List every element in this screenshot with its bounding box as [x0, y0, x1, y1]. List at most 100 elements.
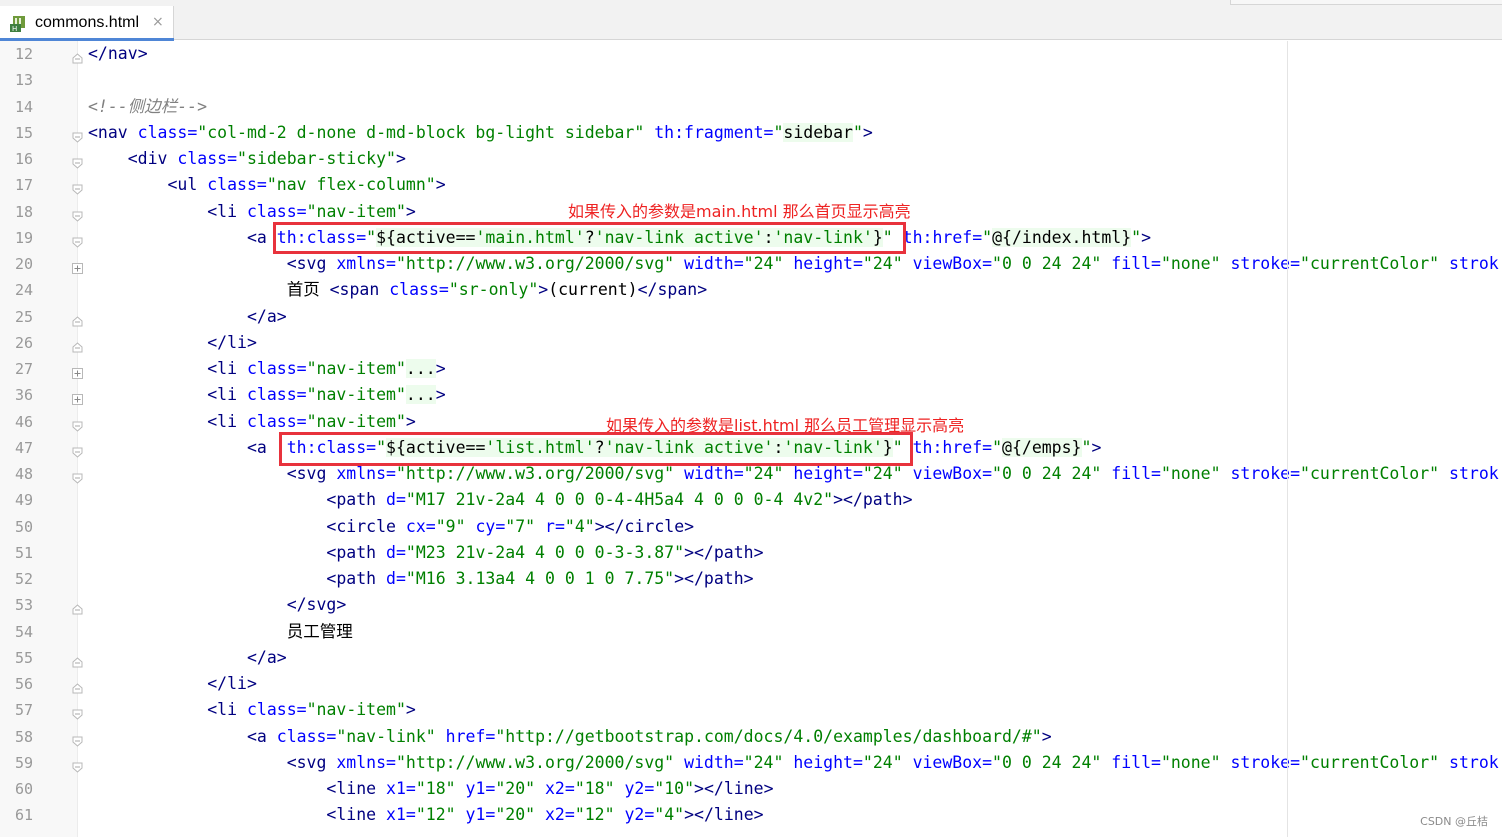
line-number: 15	[14, 123, 33, 142]
code-token: >	[538, 280, 549, 300]
code-token: r=	[545, 516, 565, 536]
code-token: cx=	[405, 516, 436, 536]
code-token: strok	[1449, 752, 1499, 772]
code-token: "4"	[564, 516, 595, 536]
code-token: x2=	[545, 779, 575, 798]
code-token: y2=	[624, 779, 655, 798]
code-token: viewBox=	[912, 464, 993, 483]
code-token: >	[435, 359, 446, 378]
code-token: </li>	[207, 332, 257, 352]
svg-text:H: H	[12, 25, 17, 33]
code-token: <span	[329, 280, 390, 300]
code-token: </li>	[207, 674, 257, 693]
line-number: 60	[14, 780, 33, 798]
code-token: "nav-item"	[306, 700, 406, 720]
code-token: ></line>	[694, 779, 774, 798]
code-token: fill=	[1111, 464, 1161, 483]
code-token: th:href=	[902, 227, 983, 247]
code-token: y2=	[624, 805, 655, 825]
code-line[interactable]: </svg>	[88, 592, 347, 618]
code-line[interactable]: <path d="M16 3.13a4 4 0 0 1 0 7.75"></pa…	[88, 566, 753, 592]
line-number: 46	[14, 412, 33, 431]
code-token: width=	[684, 752, 744, 772]
code-token: ></path>	[684, 542, 764, 562]
code-token: href=	[445, 726, 496, 746]
code-line[interactable]: <li class="nav-item">	[88, 697, 416, 723]
code-token: class=	[207, 175, 267, 195]
code-line[interactable]: <li class="nav-item"...>	[88, 382, 446, 408]
line-number: 58	[14, 727, 33, 746]
code-line[interactable]: <circle cx="9" cy="7" r="4"></circle>	[88, 514, 694, 540]
code-token: height=	[793, 752, 863, 772]
code-line[interactable]: </li>	[88, 671, 257, 697]
code-token: <svg	[286, 464, 337, 483]
code-line[interactable]: 首页 <span class="sr-only">(current)</span…	[88, 277, 707, 303]
code-line[interactable]: <nav class="col-md-2 d-none d-md-block b…	[88, 120, 873, 146]
code-token: "24"	[743, 464, 794, 483]
code-token: "none"	[1160, 254, 1231, 273]
right-margin-guide	[1287, 41, 1288, 837]
code-token: "http://www.w3.org/2000/svg"	[395, 464, 685, 483]
code-line[interactable]: <ul class="nav flex-column">	[88, 172, 445, 198]
html-file-icon: H	[10, 15, 28, 33]
code-line[interactable]: </li>	[88, 330, 257, 356]
code-token: "M16 3.13a4 4 0 0 1 0 7.75"	[405, 569, 675, 588]
code-line[interactable]: <line x1="12" y1="20" x2="12" y2="4"></l…	[88, 802, 763, 828]
code-token: >	[1041, 726, 1052, 746]
code-token: "7"	[505, 516, 546, 536]
code-token: </a>	[246, 647, 287, 667]
code-line[interactable]: </a>	[88, 304, 287, 330]
code-token: >	[395, 149, 406, 168]
code-token: class=	[276, 726, 337, 746]
code-line[interactable]: <a class="nav-link" href="http://getboot…	[88, 724, 1052, 750]
code-token: @{/emps}	[1002, 437, 1082, 457]
code-token: d=	[386, 542, 406, 562]
code-line[interactable]: <!--侧边栏-->	[88, 94, 207, 120]
line-number: 59	[14, 753, 33, 772]
line-number: 27	[14, 360, 33, 378]
code-token: "24"	[743, 254, 794, 273]
code-line[interactable]: <line x1="18" y1="20" x2="18" y2="10"></…	[88, 776, 774, 802]
line-number: 24	[14, 281, 33, 300]
code-line[interactable]: 员工管理	[88, 619, 353, 645]
tab-commons-html[interactable]: H commons.html ×	[0, 6, 174, 41]
code-token: viewBox=	[912, 254, 993, 273]
code-token: height=	[793, 254, 863, 273]
code-token: "http://www.w3.org/2000/svg"	[395, 752, 685, 772]
tab-label: commons.html	[35, 14, 140, 31]
code-line[interactable]: <path d="M17 21v-2a4 4 0 0 0-4-4H5a4 4 0…	[88, 487, 912, 513]
code-token: fill=	[1111, 752, 1161, 772]
code-line[interactable]: <div class="sidebar-sticky">	[88, 146, 406, 172]
line-number: 50	[14, 517, 33, 536]
code-token: class=	[246, 700, 307, 720]
code-token: "18"	[574, 779, 625, 798]
line-number: 53	[14, 596, 33, 615]
code-line[interactable]: </nav>	[88, 41, 148, 67]
code-token: <circle	[326, 516, 406, 536]
line-number: 51	[14, 543, 33, 562]
code-line[interactable]: <path d="M23 21v-2a4 4 0 0 0-3-3.87"></p…	[88, 540, 764, 566]
code-line[interactable]: <li class="nav-item">	[88, 409, 416, 435]
code-line[interactable]: </a>	[88, 645, 287, 671]
code-line[interactable]: <li class="nav-item"...>	[88, 356, 446, 382]
code-token: <line	[326, 805, 387, 825]
code-token: "24"	[862, 464, 913, 483]
code-token: width=	[684, 254, 744, 273]
line-number-gutter: 12 13 14 15 16 17 18 19 20 24 25 26 27 36 46 47 48 49 50 51…	[0, 41, 83, 837]
code-token: strok	[1449, 464, 1499, 483]
line-number: 54	[14, 622, 33, 641]
code-line[interactable]: <li class="nav-item">	[88, 199, 416, 225]
code-token: </span>	[637, 280, 708, 300]
code-token: "24"	[743, 752, 794, 772]
line-number: 25	[14, 307, 33, 326]
code-token: <div	[127, 149, 178, 168]
close-icon[interactable]: ×	[152, 14, 164, 30]
